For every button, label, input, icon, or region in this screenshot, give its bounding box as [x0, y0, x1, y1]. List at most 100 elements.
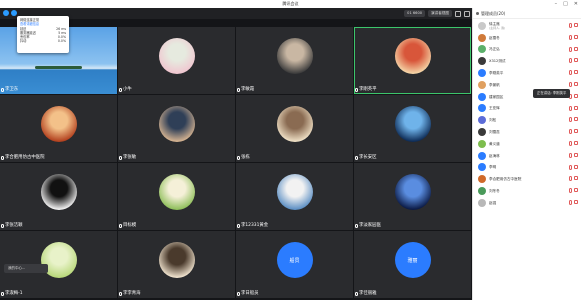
network-stats: 延迟 26 ms 服务器延迟 5 ms 丢包率 0.0% 抖动 0.0%: [20, 27, 66, 44]
muted-mic-icon[interactable]: [569, 176, 572, 182]
video-tile[interactable]: 小牛: [118, 27, 235, 94]
participant-name-tag: 李李青海: [119, 291, 141, 297]
participant-row-name: 李景帆: [489, 83, 500, 87]
minimize-icon[interactable]: –: [555, 0, 558, 8]
video-tile[interactable]: 李合肥用仿古中医院: [0, 95, 117, 162]
camera-icon[interactable]: [574, 81, 578, 86]
video-tile[interactable]: 李敏霞: [236, 27, 353, 94]
meeting-id-pill[interactable]: 01 6600: [404, 10, 426, 17]
muted-mic-icon[interactable]: [569, 140, 572, 146]
participant-avatar: [478, 175, 486, 184]
participant-row[interactable]: 刘雪蕊: [473, 126, 581, 138]
camera-icon[interactable]: [574, 176, 578, 181]
participant-row[interactable]: 赵强: [473, 197, 581, 209]
participant-name-tag: 李12331黄金: [237, 223, 268, 229]
muted-mic-icon[interactable]: [569, 188, 572, 194]
participant-row[interactable]: 李合肥用仿古中医院: [473, 173, 581, 185]
camera-icon[interactable]: [574, 70, 578, 75]
muted-mic-icon[interactable]: [569, 164, 572, 170]
camera-icon[interactable]: [574, 93, 578, 98]
participant-avatar: [478, 198, 486, 207]
maximize-icon[interactable]: □: [563, 0, 568, 8]
camera-icon[interactable]: [574, 117, 578, 122]
close-icon[interactable]: ✕: [574, 0, 578, 8]
camera-icon[interactable]: [574, 23, 578, 27]
participant-status-icons: [569, 140, 578, 146]
participant-row-name: 黄义道: [489, 142, 500, 146]
camera-icon[interactable]: [574, 140, 578, 145]
camera-icon[interactable]: [574, 152, 578, 157]
muted-mic-icon[interactable]: [569, 199, 572, 205]
participant-row[interactable]: 李明: [473, 162, 581, 174]
video-tile[interactable]: 李淡家园医: [354, 163, 471, 230]
video-tile[interactable]: 李李青海: [118, 231, 235, 298]
camera-icon[interactable]: [574, 199, 578, 204]
security-icon[interactable]: [3, 10, 9, 16]
participant-row[interactable]: 冯正弘: [473, 44, 581, 56]
participant-row[interactable]: 李刚英平: [473, 67, 581, 79]
participant-status-icons: [569, 58, 578, 64]
view-switch-button[interactable]: 演讲者视图: [428, 10, 452, 17]
muted-mic-icon[interactable]: [569, 152, 572, 158]
participant-row[interactable]: X312测试: [473, 55, 581, 67]
camera-icon[interactable]: [574, 58, 578, 63]
participant-name: 李李青海: [123, 291, 141, 296]
participant-name: 目标模: [123, 223, 137, 228]
avatar: [158, 106, 195, 143]
mic-icon: [1, 224, 4, 228]
muted-mic-icon[interactable]: [569, 129, 572, 135]
participant-avatar: [478, 104, 486, 113]
participant-row[interactable]: 赵海林: [473, 150, 581, 162]
participant-row[interactable]: 王亚辉: [473, 103, 581, 115]
video-tile[interactable]: 李12331黄金: [236, 163, 353, 230]
self-view-hud[interactable]: 我的中心...: [4, 264, 48, 273]
video-tile[interactable]: 李刚英平: [354, 27, 471, 94]
participant-row[interactable]: 赵雪冬: [473, 32, 581, 44]
camera-icon[interactable]: [574, 34, 578, 39]
camera-icon[interactable]: [574, 164, 578, 169]
participant-row-label: 李景帆: [489, 82, 500, 87]
participant-row-name: 赵强: [489, 201, 496, 205]
video-tile[interactable]: 李张敏: [118, 95, 235, 162]
video-tile[interactable]: 船员 李日船员: [236, 231, 353, 298]
muted-mic-icon[interactable]: [569, 81, 572, 87]
mic-icon: [119, 224, 122, 228]
video-tile[interactable]: 雅丽 李佳丽雅: [354, 231, 471, 298]
participant-row[interactable]: 刘松: [473, 114, 581, 126]
participant-name: 李日船员: [241, 291, 259, 296]
participant-avatar: [478, 21, 486, 30]
avatar: [276, 38, 313, 75]
participant-row-name: 赵海林: [489, 154, 500, 158]
muted-mic-icon[interactable]: [569, 46, 572, 52]
video-tile[interactable]: 李长安区: [354, 95, 471, 162]
fullscreen-icon[interactable]: [464, 10, 470, 17]
network-status-icon[interactable]: [11, 10, 17, 16]
participant-row-label: 建家园区: [489, 94, 504, 99]
muted-mic-icon[interactable]: [569, 70, 572, 76]
participant-row[interactable]: 刘冬冬: [473, 185, 581, 197]
participant-row[interactable]: 徐主席 (主持人, 我): [473, 20, 581, 32]
video-tile[interactable]: 张栋: [236, 95, 353, 162]
participant-status-icons: [569, 46, 578, 52]
camera-icon[interactable]: [574, 105, 578, 110]
participants-header: 管理成员(20): [473, 8, 581, 19]
participant-name-tag: 小牛: [119, 87, 132, 93]
participant-name-tag: 李日船员: [237, 291, 259, 297]
layout-icon[interactable]: [455, 10, 461, 17]
participant-status-icons: [569, 105, 578, 111]
avatar: [158, 242, 195, 279]
video-tile[interactable]: 李张洁颖: [0, 163, 117, 230]
camera-icon[interactable]: [574, 129, 578, 134]
mic-icon: [355, 156, 358, 160]
video-tile[interactable]: 目标模: [118, 163, 235, 230]
camera-icon[interactable]: [574, 46, 578, 51]
muted-mic-icon[interactable]: [569, 58, 572, 64]
muted-mic-icon[interactable]: [569, 34, 572, 40]
muted-mic-icon[interactable]: [569, 23, 572, 28]
muted-mic-icon[interactable]: [569, 105, 572, 111]
participant-row-label: 冯正弘: [489, 47, 500, 52]
participant-row[interactable]: 黄义道: [473, 138, 581, 150]
participant-status-icons: [569, 176, 578, 182]
camera-icon[interactable]: [574, 188, 578, 193]
muted-mic-icon[interactable]: [569, 117, 572, 123]
